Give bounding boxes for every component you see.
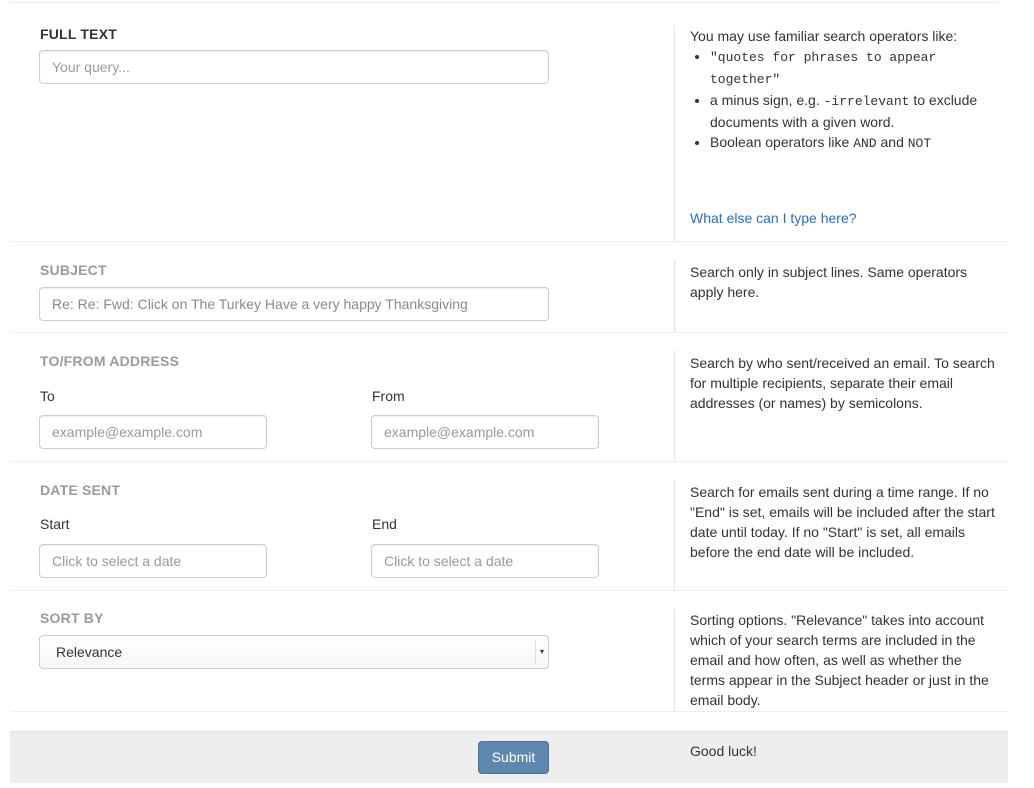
- subject-help: Search only in subject lines. Same opera…: [690, 264, 968, 300]
- from-input[interactable]: [371, 415, 599, 449]
- section-divider: [674, 480, 675, 590]
- section-divider: [674, 260, 675, 332]
- minus-text: a minus sign, e.g.: [710, 92, 824, 108]
- sort-help: Sorting options. "Relevance" takes into …: [690, 612, 989, 708]
- subject-input[interactable]: [39, 287, 549, 321]
- help-link[interactable]: What else can I type here?: [690, 210, 857, 226]
- sort-select[interactable]: Relevance ▾: [39, 635, 549, 669]
- quotes-example: "quotes for phrases to appear together": [710, 50, 937, 87]
- start-label: Start: [40, 516, 70, 532]
- submit-button[interactable]: Submit: [478, 741, 549, 774]
- address-section: TO/FROM ADDRESS To From Search by who se…: [10, 333, 1008, 462]
- operator-list: "quotes for phrases to appear together" …: [690, 46, 1000, 154]
- section-divider: [674, 732, 675, 783]
- list-item: a minus sign, e.g. -irrelevant to exclud…: [710, 90, 1000, 132]
- sort-select-value: Relevance: [56, 644, 123, 660]
- footer-help: Good luck!: [690, 743, 757, 759]
- section-divider: [674, 26, 675, 241]
- boolean-text: Boolean operators like: [710, 134, 854, 150]
- form-footer: Submit Good luck!: [10, 731, 1008, 783]
- list-item: Boolean operators like AND and NOT: [710, 132, 1000, 154]
- date-help: Search for emails sent during a time ran…: [690, 484, 995, 560]
- address-title: TO/FROM ADDRESS: [40, 353, 180, 369]
- not-operator: NOT: [907, 136, 932, 151]
- to-input[interactable]: [39, 415, 267, 449]
- end-label: End: [372, 516, 397, 532]
- subject-title: SUBJECT: [40, 262, 107, 278]
- address-help: Search by who sent/received an email. To…: [690, 355, 995, 411]
- section-divider: [674, 351, 675, 461]
- to-label: To: [40, 388, 55, 404]
- list-item: "quotes for phrases to appear together": [710, 46, 1000, 90]
- and-joiner: and: [876, 134, 908, 150]
- date-section: DATE SENT Start End Search for emails se…: [10, 462, 1008, 591]
- date-title: DATE SENT: [40, 482, 121, 498]
- full-text-input[interactable]: [39, 50, 549, 84]
- full-text-title: FULL TEXT: [40, 26, 117, 42]
- sort-section: SORT BY Relevance ▾ Sorting options. "Re…: [10, 591, 1008, 712]
- full-text-section: FULL TEXT You may use familiar search op…: [10, 4, 1008, 242]
- start-date-input[interactable]: [39, 544, 267, 578]
- section-divider: [674, 609, 675, 711]
- end-date-input[interactable]: [371, 544, 599, 578]
- sort-title: SORT BY: [40, 610, 104, 626]
- top-border: [10, 2, 998, 3]
- full-text-help: You may use familiar search operators li…: [690, 26, 1000, 154]
- subject-section: SUBJECT Search only in subject lines. Sa…: [10, 242, 1008, 333]
- from-label: From: [372, 388, 405, 404]
- full-text-help-intro: You may use familiar search operators li…: [690, 28, 958, 44]
- chevron-down-icon[interactable]: ▾: [535, 640, 548, 664]
- and-operator: AND: [853, 136, 877, 151]
- minus-example: -irrelevant: [823, 94, 910, 109]
